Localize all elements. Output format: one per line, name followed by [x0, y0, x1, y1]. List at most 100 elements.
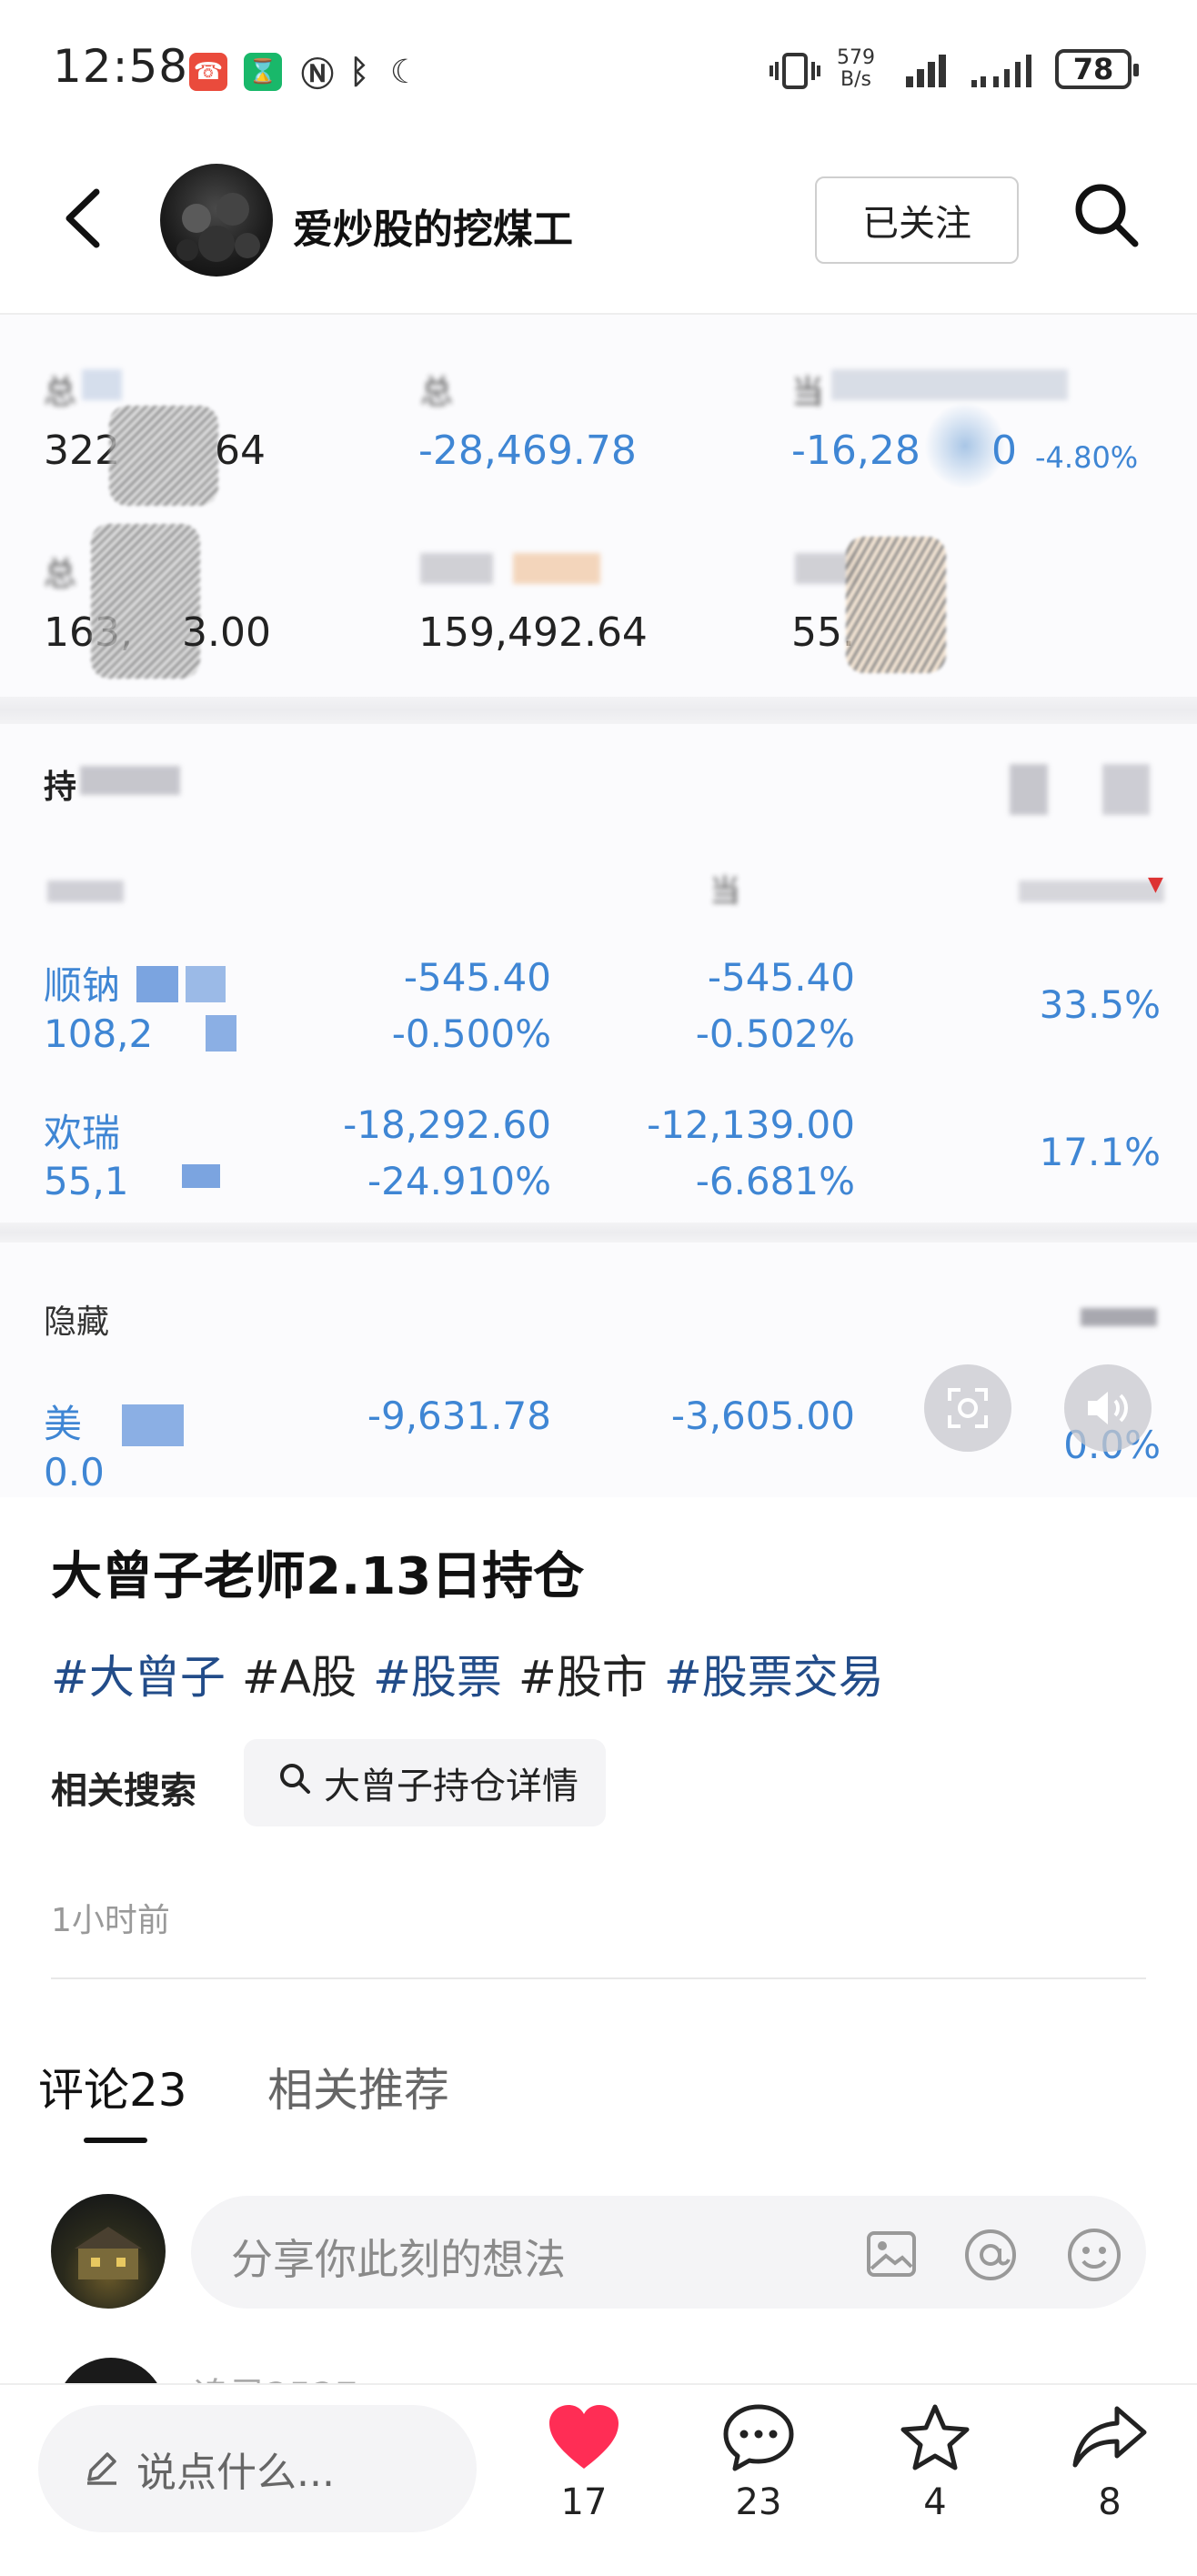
holding-1-pnl-today-pct: -0.502%	[695, 1011, 855, 1056]
battery-indicator: 78	[1055, 49, 1139, 89]
holding-1-sub: 108,2	[44, 1011, 154, 1056]
holdings-section-label: 持	[44, 769, 77, 806]
like-button[interactable]: 17	[520, 2403, 648, 2523]
pixelated-block	[182, 1164, 220, 1188]
holding-2-pnl-total-pct: -24.910%	[367, 1159, 551, 1203]
search-icon	[277, 1760, 313, 1806]
hashtag[interactable]: #股票交易	[664, 1641, 884, 1706]
signal-icon	[904, 49, 955, 93]
holding-1-pnl-today: -545.40	[707, 955, 855, 1000]
favorite-button[interactable]: 4	[871, 2403, 999, 2523]
do-not-disturb-icon: ☾	[389, 53, 420, 91]
comment-placeholder: 分享你此刻的想法	[231, 2235, 566, 2284]
pixelated-block	[420, 553, 493, 584]
related-search-query: 大曾子持仓详情	[324, 1766, 578, 1807]
signal-2-icon	[970, 49, 1042, 93]
holding-1-pnl-total: -545.40	[403, 955, 551, 1000]
image-icon[interactable]	[866, 2230, 917, 2281]
pixelated-block	[1081, 1308, 1157, 1326]
summary-value-3a: -16,28	[791, 428, 920, 474]
summary-value-3b: 0	[991, 428, 1017, 474]
share-icon	[1071, 2406, 1148, 2476]
follow-button[interactable]: 已关注	[815, 176, 1019, 264]
hashtag[interactable]: #股市	[518, 1641, 648, 1706]
image-divider	[0, 697, 1197, 724]
holding-2-sub: 55,1	[44, 1159, 129, 1203]
holding-1-pnl-total-pct: -0.500%	[391, 1011, 551, 1056]
holding-2-weight: 17.1%	[1039, 1130, 1161, 1174]
hashtag[interactable]: #A股	[242, 1641, 357, 1706]
timer-icon: ⌛	[244, 53, 282, 91]
favorite-count: 4	[923, 2481, 947, 2523]
say-something-input[interactable]: 说点什么...	[38, 2405, 477, 2532]
summary-value-2: -28,469.78	[418, 428, 637, 474]
tab-indicator	[84, 2138, 147, 2143]
pencil-icon	[82, 2447, 122, 2490]
redaction-scribble	[109, 406, 218, 506]
summary-value-4b: 3.00	[182, 609, 271, 656]
post-image[interactable]: 总 322 64 总 -28,469.78 当 -16,28 0 -4.80% …	[0, 315, 1197, 1497]
at-icon[interactable]	[962, 2227, 1019, 2287]
holding-1-name: 顺钠	[44, 963, 121, 1008]
image-divider	[0, 1223, 1197, 1243]
back-icon[interactable]	[56, 177, 111, 259]
heart-icon	[546, 2405, 622, 2476]
net-speed: 579 B/s	[837, 46, 875, 91]
summary-value-5: 159,492.64	[418, 609, 648, 656]
column-label-today: 当	[709, 873, 740, 910]
holding-2-pnl-today-pct: -6.681%	[695, 1159, 855, 1203]
related-search-label: 相关搜索	[51, 1770, 196, 1812]
pixelated-block	[80, 766, 180, 795]
share-button[interactable]: 8	[1046, 2403, 1173, 2523]
related-search-chip[interactable]: 大曾子持仓详情	[244, 1739, 606, 1826]
pixelated-block	[513, 553, 600, 584]
divider	[51, 1977, 1146, 1979]
hashtag[interactable]: #大曾子	[51, 1641, 226, 1706]
hidden-section-label: 隐藏	[44, 1303, 110, 1341]
like-count: 17	[560, 2481, 608, 2523]
holding-2-pnl-today: -12,139.00	[647, 1102, 855, 1147]
author-name[interactable]: 爱炒股的挖煤工	[293, 196, 573, 255]
post-title: 大曾子老师2.13日持仓	[51, 1547, 585, 1606]
hashtag-list: #大曾子 #A股 #股票 #股市 #股票交易	[51, 1641, 884, 1706]
pixelated-block	[206, 1015, 236, 1052]
search-icon[interactable]	[1070, 178, 1142, 251]
screen-capture-icon[interactable]	[924, 1364, 1011, 1452]
comment-count: 23	[735, 2481, 782, 2523]
holding-3-pnl-total: -9,631.78	[367, 1394, 551, 1438]
pixelated-block	[1019, 880, 1164, 902]
pixelated-block	[1010, 764, 1048, 815]
comment-button[interactable]: 23	[695, 2403, 822, 2523]
share-count: 8	[1098, 2481, 1122, 2523]
hashtag[interactable]: #股票	[373, 1641, 502, 1706]
missed-call-icon: ☎	[189, 53, 227, 91]
summary-label-4: 总	[44, 556, 77, 593]
summary-value-1b: 64	[215, 428, 266, 474]
volume-icon[interactable]	[1064, 1364, 1152, 1452]
comment-icon	[722, 2404, 795, 2476]
holding-2-pnl-total: -18,292.60	[343, 1102, 551, 1147]
holding-3-name: 美	[44, 1402, 83, 1446]
summary-label-2: 总	[420, 374, 454, 411]
sort-caret-icon: ▼	[1148, 873, 1163, 896]
pixelated-block	[186, 966, 226, 1002]
tab-related[interactable]: 相关推荐	[267, 2054, 449, 2119]
say-something-placeholder: 说点什么...	[136, 2450, 335, 2496]
summary-label-3: 当	[791, 374, 825, 411]
holding-2-name: 欢瑞	[44, 1111, 121, 1155]
status-time: 12:58	[53, 40, 189, 93]
pixelated-block	[82, 369, 122, 400]
tab-comments[interactable]: 评论23	[38, 2054, 187, 2119]
star-icon	[899, 2404, 971, 2476]
pixelated-block	[136, 966, 178, 1002]
bluetooth-icon: ᛒ	[349, 53, 369, 91]
author-avatar[interactable]	[160, 164, 273, 277]
holding-3-sub: 0.0	[44, 1450, 105, 1494]
nfc-icon: Ⓝ	[300, 56, 334, 94]
pixelated-block	[47, 880, 124, 902]
emoji-icon[interactable]	[1066, 2227, 1122, 2287]
vibrate-icon	[770, 51, 820, 95]
holding-1-weight: 33.5%	[1039, 982, 1161, 1027]
pixelated-block	[122, 1404, 184, 1446]
post-time: 1小时前	[51, 1902, 170, 1939]
